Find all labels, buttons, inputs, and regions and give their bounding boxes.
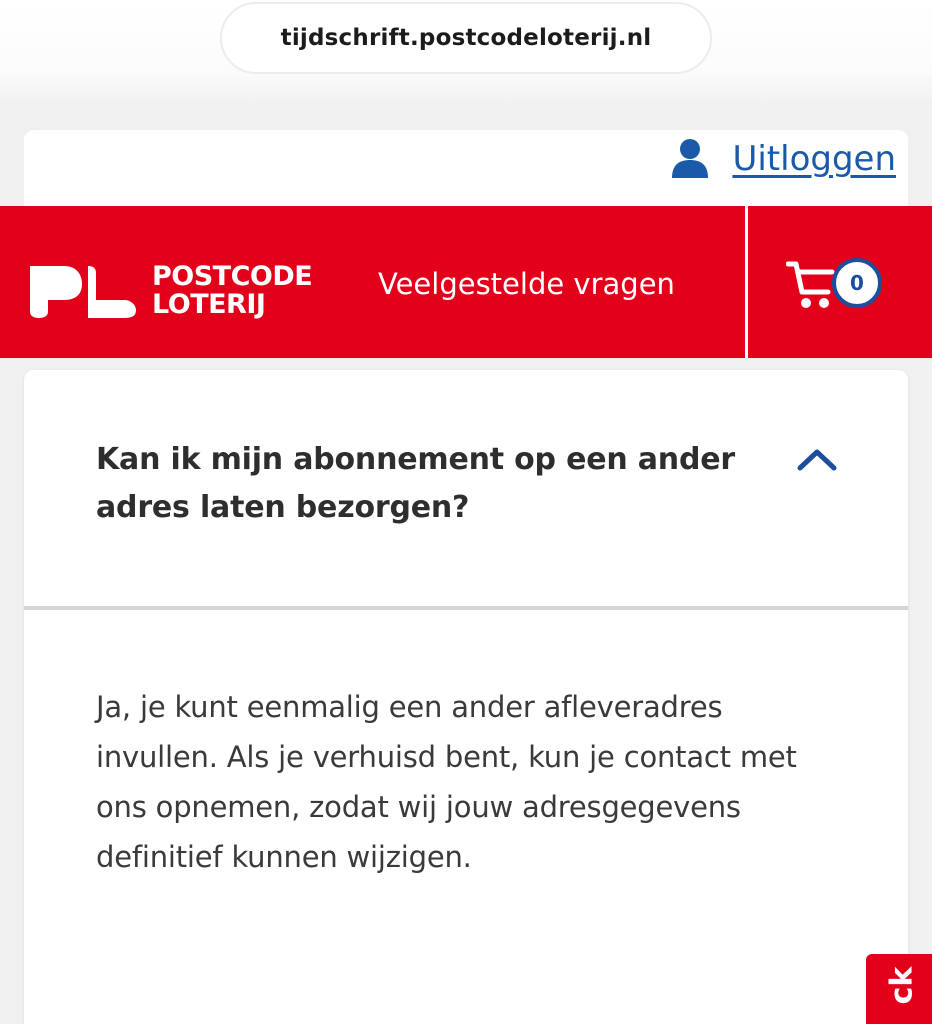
logo-text-line1: POSTCODE [152,261,313,292]
url-text: tijdschrift.postcodeloterij.nl [280,25,652,51]
shopping-cart-icon [786,261,835,308]
logo-mark-icon [30,266,136,318]
account-bar: Uitloggen [24,130,908,208]
faq-item: Kan ik mijn abonnement op een ander adre… [24,370,908,1024]
logout-label: Uitloggen [732,139,896,179]
faq-divider [24,606,908,610]
logo-text-line2: LOTERIJ [152,289,266,320]
header-divider [745,206,748,358]
cart-count-badge: 0 [832,258,882,308]
logout-link[interactable]: Uitloggen [670,134,896,184]
feedback-tab-label: ck [884,966,920,1005]
faq-question-toggle[interactable]: Kan ik mijn abonnement op een ander adre… [24,370,908,608]
user-icon [672,139,709,178]
postcode-loterij-logo[interactable]: POSTCODE LOTERIJ [24,256,344,326]
site-header: POSTCODE LOTERIJ Veelgestelde vragen 0 [0,206,932,358]
logo-text: POSTCODE LOTERIJ [152,261,313,320]
faq-answer: Ja, je kunt eenmalig een ander afleverad… [96,690,797,874]
faq-question: Kan ik mijn abonnement op een ander adre… [96,442,735,525]
address-bar[interactable]: tijdschrift.postcodeloterij.nl [220,2,712,74]
browser-toolbar: tijdschrift.postcodeloterij.nl [0,0,932,104]
cart-button[interactable]: 0 [786,252,890,316]
chevron-up-icon[interactable] [794,444,840,474]
page-title: Veelgestelde vragen [378,267,675,301]
feedback-tab[interactable]: ck [866,954,932,1024]
